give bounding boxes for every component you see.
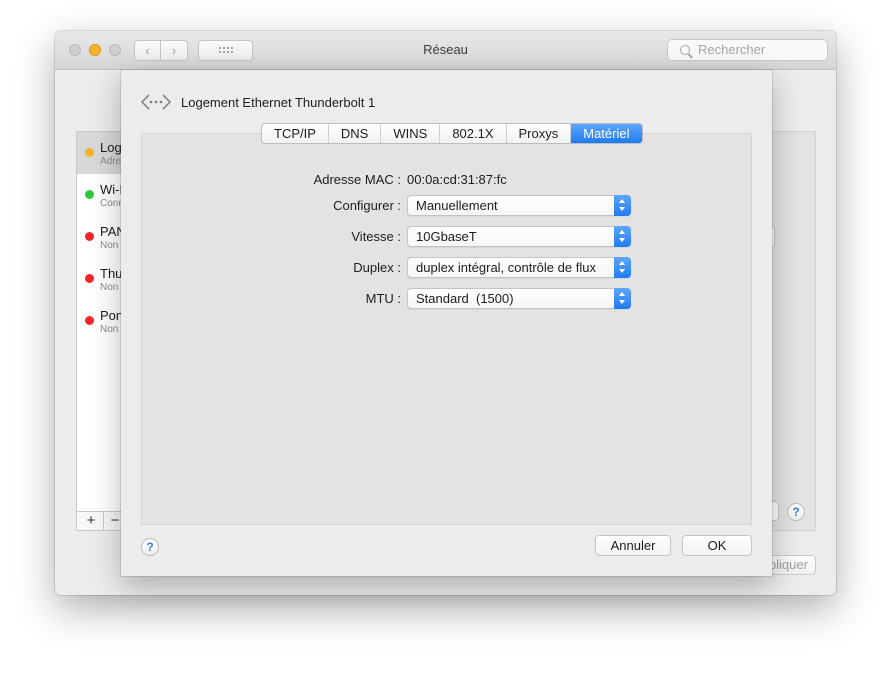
add-service-button[interactable]: +	[79, 512, 104, 530]
popup-arrows-icon	[614, 257, 631, 278]
ok-button[interactable]: OK	[682, 535, 752, 556]
search-field[interactable]: Rechercher	[667, 39, 828, 61]
popup-arrows-icon	[614, 288, 631, 309]
mac-address-value: 00:0a:cd:31:87:fc	[407, 172, 507, 187]
configure-popup[interactable]: Manuellement	[407, 195, 631, 216]
tab-bar: TCP/IP DNS WINS 802.1X Proxys Matériel	[261, 123, 643, 144]
popup-arrows-icon	[614, 226, 631, 247]
title-bar: ‹ › Réseau Rechercher	[55, 31, 836, 70]
advanced-settings-sheet: Logement Ethernet Thunderbolt 1 TCP/IP D…	[121, 70, 772, 576]
tab-dns[interactable]: DNS	[329, 124, 382, 143]
speed-popup[interactable]: 10GbaseT	[407, 226, 631, 247]
mac-address-label: Adresse MAC :	[313, 172, 401, 187]
configure-value: Manuellement	[416, 198, 498, 213]
duplex-label: Duplex :	[353, 260, 401, 275]
status-dot-icon	[85, 190, 94, 199]
status-dot-icon	[85, 232, 94, 241]
tab-tcpip[interactable]: TCP/IP	[262, 124, 329, 143]
popup-arrows-icon	[614, 195, 631, 216]
tab-8021x[interactable]: 802.1X	[440, 124, 507, 143]
tab-proxies[interactable]: Proxys	[507, 124, 572, 143]
search-placeholder: Rechercher	[698, 42, 766, 57]
mtu-value: Standard (1500)	[416, 291, 514, 306]
status-dot-icon	[85, 148, 94, 157]
help-icon[interactable]: ?	[787, 503, 805, 521]
status-dot-icon	[85, 316, 94, 325]
speed-value: 10GbaseT	[416, 229, 477, 244]
tab-hardware[interactable]: Matériel	[571, 124, 642, 143]
mtu-label: MTU :	[365, 291, 401, 306]
tab-content-panel	[141, 133, 752, 525]
sheet-title: Logement Ethernet Thunderbolt 1	[181, 95, 376, 110]
duplex-value: duplex intégral, contrôle de flux	[416, 260, 596, 275]
search-icon	[680, 45, 690, 55]
cancel-button[interactable]: Annuler	[595, 535, 671, 556]
help-icon[interactable]: ?	[141, 538, 159, 556]
mtu-popup[interactable]: Standard (1500)	[407, 288, 631, 309]
configure-label: Configurer :	[333, 198, 401, 213]
speed-label: Vitesse :	[351, 229, 401, 244]
ethernet-icon	[140, 94, 172, 110]
tab-wins[interactable]: WINS	[381, 124, 441, 143]
duplex-popup[interactable]: duplex intégral, contrôle de flux	[407, 257, 631, 278]
status-dot-icon	[85, 274, 94, 283]
